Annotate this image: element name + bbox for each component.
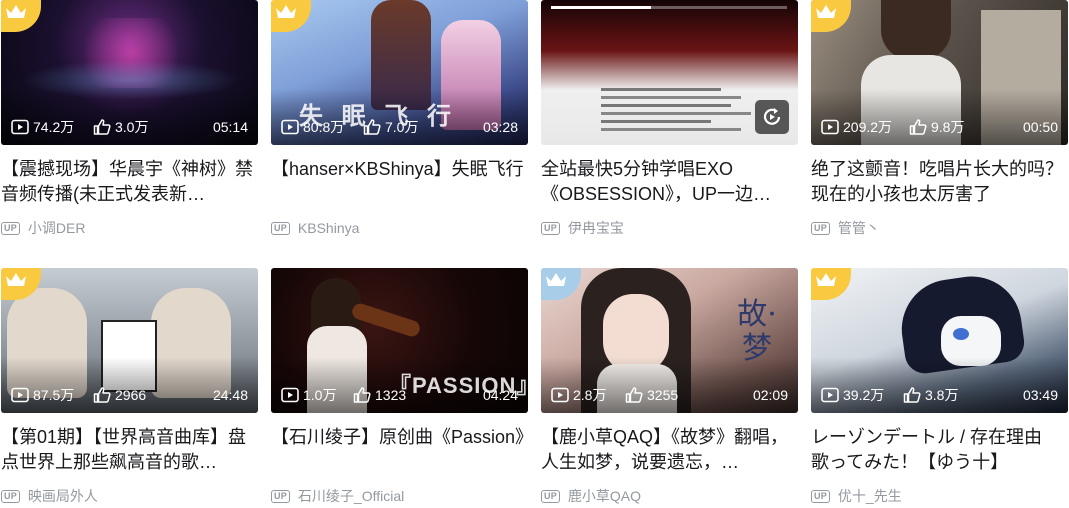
play-count-icon (281, 387, 299, 403)
replay-icon (763, 108, 781, 125)
like-count: 3.0万 (115, 119, 149, 135)
like-count-icon (93, 119, 111, 135)
duration: 03:28 (482, 119, 518, 135)
video-title[interactable]: 【鹿小草QAQ】《故梦》翻唱，人生如梦，说要遗忘，… (541, 425, 798, 475)
uploader-link[interactable]: UP 小调DER (1, 219, 85, 237)
up-icon: UP (811, 489, 830, 503)
uploader-link[interactable]: UP 伊冉宝宝 (541, 219, 624, 237)
video-title[interactable]: 【hanser×KBShinya】失眠飞行 (271, 157, 528, 207)
video-thumbnail[interactable] (541, 0, 798, 145)
up-icon: UP (271, 221, 290, 235)
uploader-name: 映画局外人 (27, 488, 98, 504)
play-count: 80.8万 (303, 119, 345, 135)
video-thumbnail[interactable]: 『PASSION』 1.0万 1323 04:24 (271, 268, 528, 413)
play-count-icon (11, 119, 29, 135)
like-count-icon (625, 387, 643, 403)
video-thumbnail[interactable]: 39.2万 3.8万 03:49 (811, 268, 1068, 413)
uploader-link[interactable]: UP 石川绫子_Official (271, 487, 404, 505)
like-count-icon (903, 387, 921, 403)
like-count-icon (363, 119, 381, 135)
video-thumbnail[interactable]: 87.5万 2966 24:48 (1, 268, 258, 413)
duration: 00:50 (1022, 119, 1058, 135)
like-count: 2966 (115, 387, 147, 403)
play-count: 74.2万 (33, 119, 75, 135)
uploader-name: 小调DER (27, 220, 86, 236)
uploader-link[interactable]: UP 优十_先生 (811, 487, 902, 505)
up-icon: UP (1, 221, 20, 235)
vip-crown-icon (811, 0, 851, 32)
video-title[interactable]: 绝了这颤音！吃唱片长大的吗？现在的小孩也太厉害了 (811, 157, 1068, 207)
up-icon: UP (541, 489, 560, 503)
video-thumbnail[interactable]: 故·梦 2.8万 3255 02:09 (541, 268, 798, 413)
video-title[interactable]: 【震撼现场】华晨宇《神树》禁音频传播(未正式发表新… (1, 157, 258, 207)
up-icon: UP (271, 489, 290, 503)
progress-bar (551, 6, 651, 9)
duration: 24:48 (212, 387, 248, 403)
like-count-icon (909, 119, 927, 135)
up-icon: UP (811, 221, 830, 235)
replay-button[interactable] (755, 100, 789, 134)
play-count-icon (281, 119, 299, 135)
play-count-icon (821, 387, 839, 403)
play-count-icon (551, 387, 569, 403)
vip-crown-icon (271, 0, 311, 32)
play-count: 2.8万 (573, 387, 607, 403)
video-title[interactable]: 【石川绫子】原创曲《Passion》 (271, 425, 528, 475)
play-count: 87.5万 (33, 387, 75, 403)
play-count-icon (821, 119, 839, 135)
video-thumbnail[interactable]: 失 眠 飞 行 80.8万 7.0万 03:28 (271, 0, 528, 145)
like-count: 1323 (375, 387, 407, 403)
video-title[interactable]: 【第01期】【世界高音曲库】盘点世界上那些飙高音的歌… (1, 425, 258, 475)
uploader-link[interactable]: UP KBShinya (271, 219, 359, 237)
video-title[interactable]: 全站最快5分钟学唱EXO《OBSESSION》，UP一边… (541, 157, 798, 207)
like-count: 9.8万 (931, 119, 965, 135)
vip-crown-icon (541, 268, 581, 300)
duration: 05:14 (212, 119, 248, 135)
video-thumbnail[interactable]: 74.2万 3.0万 05:14 (1, 0, 258, 145)
up-icon: UP (541, 221, 560, 235)
up-icon: UP (1, 489, 20, 503)
thumbnail-caption: 故·梦 (737, 297, 777, 366)
uploader-link[interactable]: UP 管管丶 (811, 219, 880, 237)
duration: 02:09 (752, 387, 788, 403)
like-count-icon (93, 387, 111, 403)
uploader-link[interactable]: UP 映画局外人 (1, 487, 98, 505)
uploader-name: 石川绫子_Official (297, 488, 405, 504)
like-count-icon (353, 387, 371, 403)
play-count: 209.2万 (843, 119, 893, 135)
video-grid: 74.2万 3.0万 05:14 【震撼现场】华晨宇《神树》禁音频传播(未正式发… (0, 0, 1069, 508)
like-count: 7.0万 (385, 119, 419, 135)
uploader-link[interactable]: UP 鹿小草QAQ (541, 487, 641, 505)
vip-crown-icon (1, 0, 41, 32)
like-count: 3.8万 (925, 387, 959, 403)
play-count: 39.2万 (843, 387, 885, 403)
uploader-name: 优十_先生 (837, 488, 902, 504)
video-thumbnail[interactable]: 209.2万 9.8万 00:50 (811, 0, 1068, 145)
uploader-name: 管管丶 (837, 220, 880, 236)
play-count: 1.0万 (303, 387, 337, 403)
like-count: 3255 (647, 387, 679, 403)
duration: 03:49 (1022, 387, 1058, 403)
video-title[interactable]: レーゾンデートル / 存在理由 歌ってみた！【ゆう十】 (811, 425, 1068, 475)
uploader-name: 鹿小草QAQ (567, 488, 642, 504)
vip-crown-icon (811, 268, 851, 300)
play-count-icon (11, 387, 29, 403)
duration: 04:24 (482, 387, 518, 403)
uploader-name: 伊冉宝宝 (567, 220, 624, 236)
uploader-name: KBShinya (297, 220, 360, 236)
